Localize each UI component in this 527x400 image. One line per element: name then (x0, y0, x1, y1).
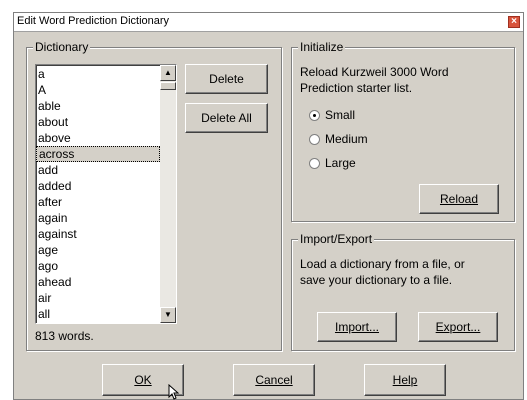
initialize-description-line2: Prediction starter list. (300, 81, 413, 95)
import-button-label: Import... (334, 320, 379, 334)
radio-medium-circle[interactable] (309, 134, 320, 145)
radio-small-circle[interactable] (309, 110, 320, 121)
word-items: a Aable about above across add added after again… (36, 66, 160, 322)
window-title: Edit Word Prediction Dictionary (17, 15, 170, 27)
delete-button[interactable]: Delete (185, 64, 268, 94)
mouse-cursor-icon (168, 384, 180, 400)
radio-large[interactable]: Large (309, 156, 389, 172)
radio-medium-label: Medium (325, 132, 368, 146)
initialize-description-line1: Reload Kurzweil 3000 Word (300, 65, 449, 79)
word-count: 813 words. (35, 329, 94, 343)
radio-large-label: Large (325, 156, 356, 170)
delete-all-button[interactable]: Delete All (185, 103, 268, 133)
radio-small[interactable]: Small (309, 108, 389, 124)
edit-dictionary-dialog: Edit Word Prediction Dictionary × Dictio… (13, 12, 524, 400)
word-list-item[interactable]: across (36, 146, 160, 162)
ok-button-label: OK (134, 373, 152, 387)
word-list-item[interactable]: against (36, 226, 160, 242)
word-list-item[interactable]: air (36, 290, 160, 306)
radio-large-circle[interactable] (309, 158, 320, 169)
import-export-description-line2: save your dictionary to a file. (300, 273, 453, 287)
title-bar: Edit Word Prediction Dictionary × (14, 13, 523, 32)
word-list-item[interactable]: age (36, 242, 160, 258)
word-list-item[interactable]: after (36, 194, 160, 210)
word-list-item[interactable]: ahead (36, 274, 160, 290)
initialize-group-title: Initialize (298, 40, 346, 54)
scroll-thumb[interactable] (160, 82, 176, 90)
radio-small-label: Small (325, 108, 356, 122)
export-button-label: Export... (435, 320, 481, 334)
help-button-label: Help (392, 373, 418, 387)
cancel-button-label: Cancel (255, 373, 293, 387)
radio-selected-dot (313, 114, 316, 117)
scroll-up-icon[interactable]: ▲ (160, 65, 176, 81)
initialize-group: Initialize Reload Kurzweil 3000 Word Pre… (291, 40, 515, 222)
word-list-item[interactable]: about (36, 114, 160, 130)
dictionary-group: Dictionary a Aable about above across add adde… (26, 40, 282, 351)
dictionary-group-title: Dictionary (33, 40, 91, 54)
word-list-item[interactable]: A (36, 82, 160, 98)
scroll-down-icon[interactable]: ▼ (160, 307, 176, 323)
help-button[interactable]: Help (364, 364, 446, 396)
import-export-group: Import/Export Load a dictionary from a f… (291, 232, 515, 351)
cancel-button[interactable]: Cancel (233, 364, 315, 396)
word-list-item[interactable]: ago (36, 258, 160, 274)
import-button[interactable]: Import... (317, 312, 397, 342)
import-export-description-line1: Load a dictionary from a file, or (300, 257, 465, 271)
word-list-item[interactable]: a (36, 66, 160, 82)
word-list-item[interactable]: added (36, 178, 160, 194)
word-list-item[interactable]: all (36, 306, 160, 322)
import-export-group-title: Import/Export (298, 232, 375, 246)
reload-button-label: Reload (439, 192, 479, 206)
delete-all-button-label: Delete All (201, 111, 252, 125)
delete-button-label: Delete (209, 72, 244, 86)
close-icon[interactable]: × (508, 16, 520, 28)
word-list-scrollbar[interactable]: ▲ ▼ (160, 65, 176, 323)
export-button[interactable]: Export... (418, 312, 498, 342)
reload-button[interactable]: Reload (419, 184, 499, 214)
word-list-item[interactable]: add (36, 162, 160, 178)
word-list-item[interactable]: able (36, 98, 160, 114)
word-list-item[interactable]: above (36, 130, 160, 146)
word-list-item[interactable]: again (36, 210, 160, 226)
radio-medium[interactable]: Medium (309, 132, 389, 148)
word-list[interactable]: a Aable about above across add added after again… (35, 64, 177, 324)
